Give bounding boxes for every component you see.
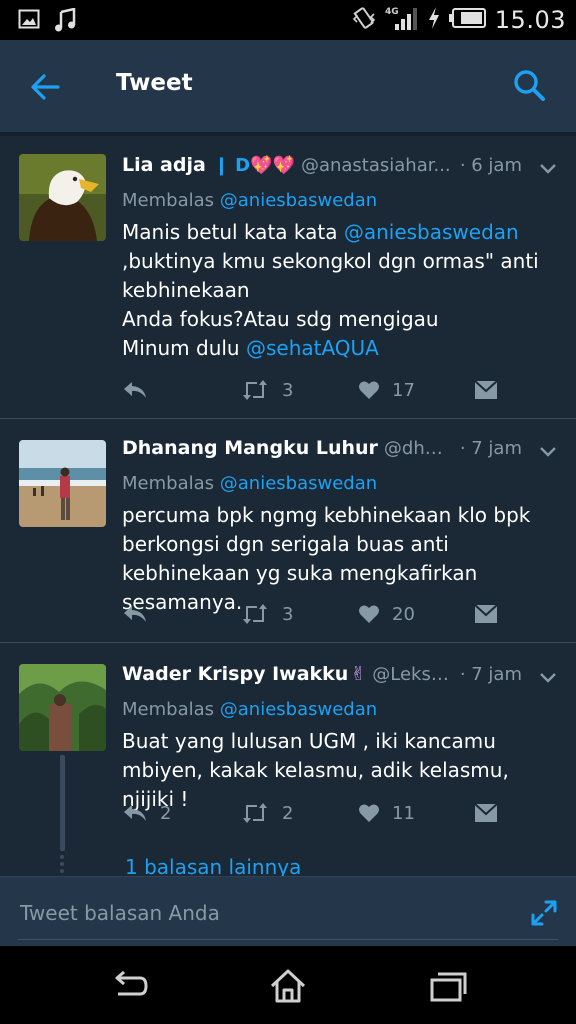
retweet-button[interactable]: 2	[240, 798, 293, 828]
reply-button[interactable]	[122, 375, 160, 405]
image-icon	[18, 8, 40, 36]
retweet-count: 3	[282, 603, 294, 625]
back-nav-icon[interactable]	[108, 966, 148, 1006]
input-underline	[18, 939, 558, 940]
signal-icon: 4G	[385, 4, 419, 36]
mail-icon	[474, 380, 498, 399]
timeline[interactable]: Lia adja ❙ D💖💖 @anastasiahar... · 6 jam …	[0, 136, 576, 876]
like-button[interactable]: 17	[358, 375, 415, 405]
reply-prefix: Membalas	[122, 190, 215, 211]
app-bar: Tweet	[0, 40, 576, 136]
reply-prefix: Membalas	[122, 473, 215, 494]
reply-icon	[124, 382, 146, 398]
name-emoji: ✌	[350, 663, 367, 685]
mention-link[interactable]: @sehatAQUA	[246, 336, 379, 360]
tweet-actions: 3 20	[122, 599, 522, 629]
direct-message-button[interactable]	[474, 798, 498, 828]
reply-context: Membalas @aniesbaswedan	[122, 190, 377, 211]
tweet-text-segment: Manis betul kata kata	[122, 220, 344, 244]
reply-input[interactable]: Tweet balasan Anda	[20, 901, 220, 925]
tweet-actions: 3 17	[122, 375, 522, 405]
back-arrow-icon[interactable]	[26, 68, 64, 106]
like-count: 20	[392, 603, 415, 625]
tweet-time: · 7 jam	[459, 664, 522, 685]
reply-to-mention[interactable]: @aniesbaswedan	[220, 699, 377, 720]
heart-icon	[359, 381, 379, 399]
thread-line	[60, 755, 65, 851]
user-handle[interactable]: @dhanan...	[384, 438, 452, 459]
retweet-count: 3	[282, 379, 294, 401]
reply-prefix: Membalas	[122, 699, 215, 720]
chevron-down-icon[interactable]	[538, 158, 558, 178]
reply-composer[interactable]: Tweet balasan Anda	[0, 876, 576, 946]
heart-icon	[359, 804, 379, 822]
reply-context: Membalas @aniesbaswedan	[122, 699, 377, 720]
expand-icon[interactable]	[530, 899, 558, 927]
search-icon[interactable]	[510, 66, 550, 106]
like-count: 17	[392, 379, 415, 401]
reply-to-mention[interactable]: @aniesbaswedan	[220, 473, 377, 494]
tweet-time: · 6 jam	[459, 155, 522, 176]
reply-to-mention[interactable]: @aniesbaswedan	[220, 190, 377, 211]
like-button[interactable]: 20	[358, 599, 415, 629]
reply-button[interactable]	[122, 599, 160, 629]
user-handle[interactable]: @Lekson...	[372, 664, 452, 685]
vibrate-icon	[351, 5, 377, 35]
status-bar: 4G 15.03	[0, 0, 576, 40]
direct-message-button[interactable]	[474, 375, 498, 405]
tweet-text: Manis betul kata kata @aniesbaswedan ,buk…	[122, 218, 562, 363]
display-name[interactable]: Lia adja	[122, 154, 206, 176]
mail-icon	[474, 604, 498, 623]
reply-icon	[124, 805, 146, 821]
chevron-down-icon[interactable]	[538, 441, 558, 461]
display-name[interactable]: Wader Krispy Iwakku	[122, 663, 348, 685]
tweet-time: · 7 jam	[459, 438, 522, 459]
retweet-button[interactable]: 3	[240, 375, 293, 405]
reply-count: 2	[160, 802, 172, 824]
tweet-item[interactable]: Wader Krispy Iwakku ✌ @Lekson... · 7 jam…	[0, 643, 576, 876]
home-nav-icon[interactable]	[268, 966, 308, 1006]
retweet-count: 2	[282, 802, 294, 824]
tweet-item[interactable]: Lia adja ❙ D💖💖 @anastasiahar... · 6 jam …	[0, 136, 576, 419]
retweet-icon	[243, 803, 267, 823]
music-icon	[54, 7, 76, 36]
avatar[interactable]	[19, 154, 106, 241]
name-emoji: ❙ D💖💖	[213, 155, 295, 176]
network-type-label: 4G	[385, 7, 399, 17]
reply-button[interactable]: 2	[122, 798, 171, 828]
retweet-icon	[243, 380, 267, 400]
battery-icon	[448, 7, 487, 33]
tweet-item[interactable]: Dhanang Mangku Luhur @dhanan... · 7 jam …	[0, 419, 576, 643]
status-time: 15.03	[494, 6, 566, 34]
thread-dots	[60, 855, 65, 876]
avatar[interactable]	[19, 664, 106, 751]
more-replies-link[interactable]: 1 balasan lainnya	[125, 855, 301, 876]
direct-message-button[interactable]	[474, 599, 498, 629]
page-title: Tweet	[116, 70, 193, 96]
charging-icon	[427, 6, 441, 34]
user-handle[interactable]: @anastasiahar...	[301, 155, 452, 176]
recents-nav-icon[interactable]	[428, 966, 468, 1006]
reply-icon	[124, 606, 146, 622]
chevron-down-icon[interactable]	[538, 667, 558, 687]
tweet-text-segment: percuma bpk ngmg kebhinekaan klo bpk ber…	[122, 503, 531, 614]
avatar[interactable]	[19, 440, 106, 527]
system-nav-bar	[0, 946, 576, 1024]
mail-icon	[474, 803, 498, 822]
reply-context: Membalas @aniesbaswedan	[122, 473, 377, 494]
like-count: 11	[392, 802, 415, 824]
display-name[interactable]: Dhanang Mangku Luhur	[122, 437, 378, 459]
like-button[interactable]: 11	[358, 798, 415, 828]
mention-link[interactable]: @aniesbaswedan	[344, 220, 519, 244]
tweet-actions: 2 2 11	[122, 798, 522, 828]
heart-icon	[359, 605, 379, 623]
retweet-button[interactable]: 3	[240, 599, 293, 629]
retweet-icon	[243, 604, 267, 624]
